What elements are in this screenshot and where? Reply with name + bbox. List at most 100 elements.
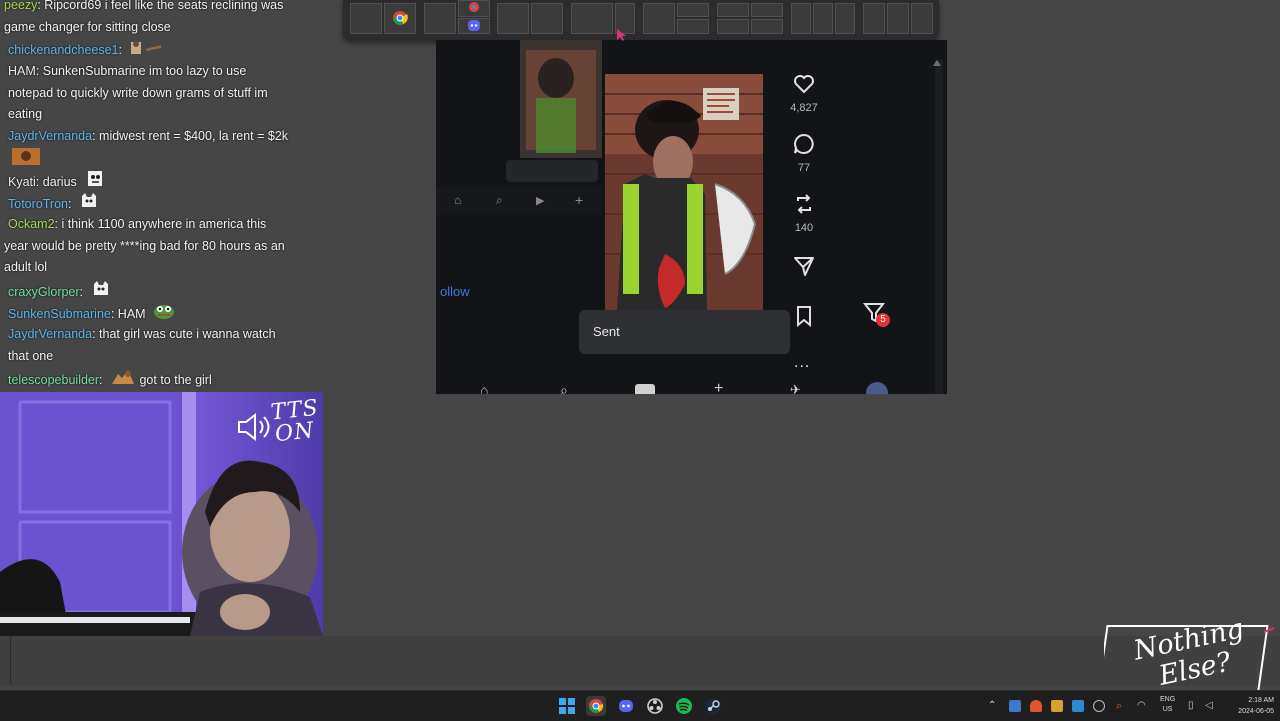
snap-slot[interactable] xyxy=(424,3,456,34)
brave-icon[interactable] xyxy=(1030,700,1042,712)
taskbar-spotify[interactable] xyxy=(674,696,694,716)
notification-badge: 5 xyxy=(876,313,890,327)
chat-text: : darius xyxy=(35,175,77,190)
chat-username: JaydrVernanda xyxy=(8,327,93,341)
follow-link[interactable]: ollow xyxy=(440,284,470,299)
snap-slot-chrome[interactable] xyxy=(384,3,416,34)
snap-slot[interactable] xyxy=(677,19,709,34)
snap-slot[interactable] xyxy=(643,3,675,34)
chat-text: : SunkenSubmarine im too lazy to use not… xyxy=(8,64,268,121)
start-button[interactable] xyxy=(557,696,577,716)
snap-slot[interactable] xyxy=(571,3,613,34)
scroll-up-arrow[interactable] xyxy=(933,60,941,66)
chrome-icon xyxy=(469,2,479,12)
snap-slot[interactable] xyxy=(350,3,382,34)
scrollbar[interactable] xyxy=(935,60,943,394)
chat-message: Ockam2: i think 1100 anywhere in america… xyxy=(4,214,286,279)
taskbar-obs[interactable] xyxy=(645,696,665,716)
add-icon[interactable]: + xyxy=(575,192,583,208)
snap-slot[interactable] xyxy=(791,3,811,34)
chat-username: TotoroTron xyxy=(8,197,68,212)
language-code: ENG xyxy=(1160,696,1176,703)
snap-slot-discord[interactable] xyxy=(458,18,490,34)
windows-icon xyxy=(559,698,575,714)
reels-icon[interactable] xyxy=(635,384,655,394)
bookmark-icon xyxy=(797,306,811,328)
comment-icon xyxy=(794,133,814,154)
more-options-button[interactable]: ... xyxy=(794,354,810,372)
chat-text: got to the girl xyxy=(136,373,212,388)
tray-app-icon[interactable] xyxy=(1093,700,1105,712)
chat-username: craxyGlorper xyxy=(8,285,80,300)
comment-button[interactable]: 77 xyxy=(784,132,824,174)
emote-icon xyxy=(12,147,40,173)
taskbar-steam[interactable] xyxy=(703,696,723,716)
taskbar-discord[interactable] xyxy=(616,696,636,716)
chat-message: chickenandcheese1: xyxy=(8,39,290,63)
send-icon xyxy=(794,257,814,276)
tray-app-icon[interactable] xyxy=(1009,700,1021,712)
snap-slot[interactable] xyxy=(677,3,709,17)
snap-slot[interactable] xyxy=(813,3,833,34)
discord-icon xyxy=(468,20,480,31)
tts-line-2: ON xyxy=(273,418,316,448)
chrome-icon xyxy=(589,699,604,713)
tray-app-icon[interactable] xyxy=(1051,700,1063,712)
send-icon[interactable]: ✈ xyxy=(790,382,801,394)
show-hidden-icons-chevron-up-icon[interactable]: ⌃ xyxy=(988,700,1000,712)
heart-button[interactable]: 4,827 xyxy=(784,72,824,114)
send-button[interactable] xyxy=(784,254,824,281)
divider xyxy=(10,636,11,684)
network-icon[interactable]: ▯ xyxy=(1188,700,1200,712)
search-tray-icon[interactable]: ⌕ xyxy=(1116,700,1128,712)
play-icon[interactable]: ▶ xyxy=(536,194,544,207)
notifications-button[interactable]: 5 xyxy=(862,298,892,333)
snap-slot[interactable] xyxy=(497,3,529,34)
obs-icon xyxy=(647,698,663,714)
home-icon[interactable]: ⌂ xyxy=(480,382,488,394)
emote-icon xyxy=(129,39,163,63)
chat-message: peezy: Ripcord69 i feel like the seats r… xyxy=(4,0,286,38)
chat-username: Ockam2 xyxy=(8,217,55,231)
snap-slot[interactable] xyxy=(717,3,749,17)
taskbar-chrome[interactable] xyxy=(586,696,606,716)
post-image[interactable] xyxy=(605,74,763,310)
snap-slot[interactable] xyxy=(911,3,933,34)
action-count: 140 xyxy=(794,222,814,234)
language-indicator[interactable]: ENG US xyxy=(1160,695,1175,715)
tts-status-label: TTS ON xyxy=(270,396,322,448)
tray-app-icon[interactable] xyxy=(1072,700,1084,712)
snap-slot-chrome-mini[interactable] xyxy=(458,0,490,17)
snap-slot[interactable] xyxy=(751,3,783,17)
chat-text-prefix: : xyxy=(99,373,106,388)
heart-icon xyxy=(794,75,814,94)
region-code: US xyxy=(1162,706,1173,713)
emote-icon xyxy=(110,368,136,392)
clock[interactable]: 2:18 AM 2024-06-05 xyxy=(1222,695,1274,717)
wifi-icon[interactable]: ◠ xyxy=(1137,700,1149,712)
chat-username: peezy xyxy=(4,0,38,12)
volume-icon[interactable]: ◁ xyxy=(1205,700,1217,712)
snap-slot[interactable] xyxy=(751,19,783,34)
snap-slot[interactable] xyxy=(887,3,909,34)
chat-text: : Ripcord69 i feel like the seats reclin… xyxy=(4,0,284,34)
chat-username: SunkenSubmarine xyxy=(8,307,111,322)
add-icon[interactable]: + xyxy=(714,380,723,394)
snap-slot[interactable] xyxy=(717,19,749,34)
bookmark-button[interactable] xyxy=(784,304,824,331)
snap-slot[interactable] xyxy=(531,3,563,34)
chat-message: HAM: SunkenSubmarine im too lazy to use … xyxy=(8,61,290,126)
chat-text: : xyxy=(67,197,72,212)
chat-username: HAM xyxy=(8,64,36,78)
search-icon[interactable]: ⌕ xyxy=(496,193,503,208)
search-icon[interactable]: ⌕ xyxy=(560,382,568,394)
home-icon[interactable]: ⌂ xyxy=(454,193,461,207)
spotify-icon xyxy=(676,698,692,714)
snap-layouts-bar[interactable] xyxy=(343,0,939,41)
snap-slot[interactable] xyxy=(835,3,855,34)
snap-slot[interactable] xyxy=(863,3,885,34)
repost-button[interactable]: 140 xyxy=(784,192,824,234)
sent-toast: Sent xyxy=(579,310,790,354)
action-count: 4,827 xyxy=(790,102,818,114)
chat-text: : HAM xyxy=(110,307,146,322)
